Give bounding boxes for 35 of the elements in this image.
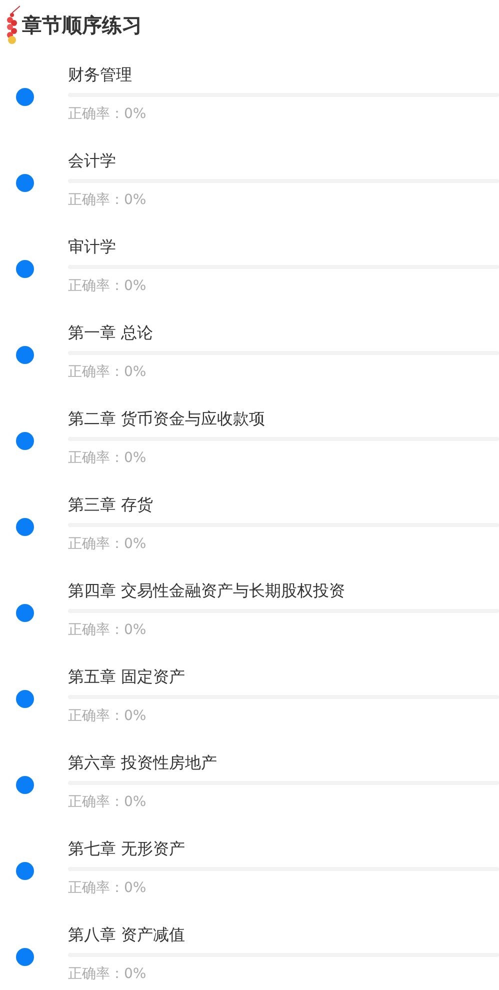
bullet-dot	[16, 948, 34, 966]
firecracker-icon	[4, 5, 20, 45]
chapter-title[interactable]: 财务管理	[68, 64, 499, 86]
chapter-title[interactable]: 第四章 交易性金融资产与长期股权投资	[68, 580, 499, 602]
bullet-dot	[16, 776, 34, 794]
accuracy-text: 正确率：0%	[68, 191, 148, 210]
accuracy-text: 正确率：0%	[68, 879, 148, 898]
chapter-title[interactable]: 第一章 总论	[68, 322, 499, 344]
chapter-title[interactable]: 第五章 固定资产	[68, 666, 499, 688]
accuracy-text: 正确率：0%	[68, 707, 148, 726]
accuracy-text: 正确率：0%	[68, 449, 148, 468]
accuracy-text: 正确率：0%	[68, 277, 148, 296]
page-title: 章节顺序练习	[22, 12, 142, 38]
bullet-dot	[16, 346, 34, 364]
chapter-title[interactable]: 第六章 投资性房地产	[68, 752, 499, 774]
bullet-dot	[16, 88, 34, 106]
chapter-title[interactable]: 审计学	[68, 236, 499, 258]
chapter-title[interactable]: 第三章 存货	[68, 494, 499, 516]
bullet-dot	[16, 862, 34, 880]
accuracy-text: 正确率：0%	[68, 105, 148, 124]
bullet-dot	[16, 518, 34, 536]
accuracy-text: 正确率：0%	[68, 793, 148, 812]
bullet-dot	[16, 174, 34, 192]
bullet-dot	[16, 604, 34, 622]
accuracy-text: 正确率：0%	[68, 535, 148, 554]
accuracy-text: 正确率：0%	[68, 965, 148, 984]
chapter-title[interactable]: 第七章 无形资产	[68, 838, 499, 860]
bullet-dot	[16, 690, 34, 708]
bullet-dot	[16, 260, 34, 278]
chapter-title[interactable]: 第二章 货币资金与应收款项	[68, 408, 499, 430]
bullet-dot	[16, 432, 34, 450]
chapter-title[interactable]: 会计学	[68, 150, 499, 172]
chapter-title[interactable]: 第八章 资产减值	[68, 924, 499, 946]
accuracy-text: 正确率：0%	[68, 363, 148, 382]
accuracy-text: 正确率：0%	[68, 621, 148, 640]
